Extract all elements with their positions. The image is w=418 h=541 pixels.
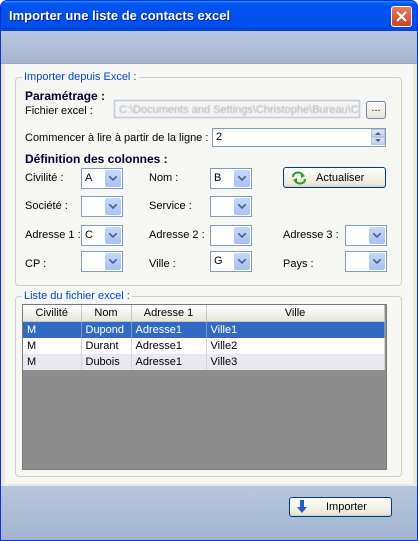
import-label: Importer (326, 501, 367, 513)
refresh-icon (292, 171, 306, 185)
chevron-down-icon (109, 204, 117, 209)
adresse2-label: Adresse 2 : (149, 229, 205, 241)
table-cell[interactable]: Ville1 (206, 321, 385, 338)
spin-down-button[interactable] (371, 137, 385, 145)
chevron-down-icon (238, 233, 246, 238)
chevron-down-icon (373, 233, 381, 238)
ville-combo[interactable]: G (210, 251, 252, 272)
refresh-button[interactable]: Actualiser (283, 167, 386, 188)
start-line-spinner[interactable]: 2 (212, 128, 386, 147)
adresse1-label: Adresse 1 : (25, 229, 81, 241)
nom-label: Nom : (149, 172, 179, 184)
arrow-down-icon (297, 500, 307, 513)
table-cell[interactable]: Durant (81, 338, 132, 354)
adresse3-label: Adresse 3 : (283, 229, 339, 241)
start-line-value: 2 (216, 131, 223, 143)
chevron-down-icon (109, 233, 117, 238)
pays-label: Pays : (283, 258, 314, 270)
fichier-path-field[interactable]: C:\Documents and Settings\Christophe\Bur… (114, 100, 360, 118)
cp-label: CP : (25, 258, 47, 270)
close-icon (396, 11, 407, 22)
spin-up-button[interactable] (371, 129, 385, 137)
service-combo[interactable] (210, 196, 252, 217)
table-row[interactable]: M Dupond Adresse1 Ville1 (23, 321, 385, 338)
parametrage-title: Paramétrage : (25, 89, 106, 103)
column-header-ville[interactable]: Ville (206, 305, 385, 322)
chevron-down-icon (373, 259, 381, 264)
table-cell[interactable]: M (23, 354, 82, 370)
arrow-down-icon (375, 139, 381, 142)
adresse2-combo[interactable] (210, 225, 252, 246)
data-grid[interactable]: Civilité Nom Adresse 1 Ville M Dupond Ad… (23, 305, 385, 370)
list-group-legend: Liste du fichier excel : (22, 290, 132, 302)
table-cell[interactable]: Adresse1 (131, 338, 207, 354)
adresse1-value: C (85, 229, 93, 241)
chevron-down-icon (109, 176, 117, 181)
footer-bar: Importer (1, 486, 417, 540)
column-header-adresse1[interactable]: Adresse 1 (131, 305, 207, 322)
table-cell[interactable]: M (23, 338, 82, 354)
window-title: Importer une liste de contacts excel (9, 8, 231, 23)
civilite-combo[interactable]: A (81, 168, 123, 189)
service-label: Service : (149, 200, 192, 212)
pays-combo[interactable] (345, 251, 387, 272)
adresse1-combo[interactable]: C (81, 225, 123, 246)
column-header-nom[interactable]: Nom (81, 305, 132, 322)
import-group-legend: Importer depuis Excel : (22, 71, 139, 83)
arrow-up-icon (375, 132, 381, 135)
civilite-value: A (85, 172, 93, 184)
header-banner (1, 31, 417, 64)
ville-value: G (214, 255, 223, 267)
chevron-down-icon (109, 259, 117, 264)
column-header-civilite[interactable]: Civilité (23, 305, 82, 322)
cp-combo[interactable] (81, 251, 123, 272)
societe-label: Société : (25, 200, 68, 212)
title-bar[interactable]: Importer une liste de contacts excel (1, 1, 417, 31)
chevron-down-icon (238, 176, 246, 181)
refresh-label: Actualiser (316, 172, 365, 184)
columns-title: Définition des colonnes : (25, 152, 168, 166)
ville-label: Ville : (149, 258, 176, 270)
nom-combo[interactable]: B (210, 168, 252, 189)
table-cell[interactable]: Adresse1 (131, 354, 207, 370)
table-cell[interactable]: Adresse1 (131, 321, 207, 338)
table-cell[interactable]: M (23, 321, 82, 338)
civilite-label: Civilité : (25, 172, 64, 184)
table-row[interactable]: M Dubois Adresse1 Ville3 (23, 354, 385, 370)
adresse3-combo[interactable] (345, 225, 387, 246)
start-line-label: Commencer à lire à partir de la ligne : (25, 132, 209, 144)
table-cell[interactable]: Dupond (81, 321, 132, 338)
table-cell[interactable]: Ville3 (206, 354, 385, 370)
societe-combo[interactable] (81, 196, 123, 217)
nom-value: B (214, 172, 222, 184)
table-cell[interactable]: Dubois (81, 354, 132, 370)
close-button[interactable] (391, 6, 412, 27)
browse-button[interactable]: ... (366, 101, 386, 119)
table-cell[interactable]: Ville2 (206, 338, 385, 354)
fichier-label: Fichier excel : (25, 105, 93, 117)
chevron-down-icon (238, 259, 246, 264)
table-row[interactable]: M Durant Adresse1 Ville2 (23, 338, 385, 354)
dialog-window: Importer une liste de contacts excel Imp… (0, 0, 418, 541)
import-button[interactable]: Importer (289, 497, 392, 517)
chevron-down-icon (238, 204, 246, 209)
